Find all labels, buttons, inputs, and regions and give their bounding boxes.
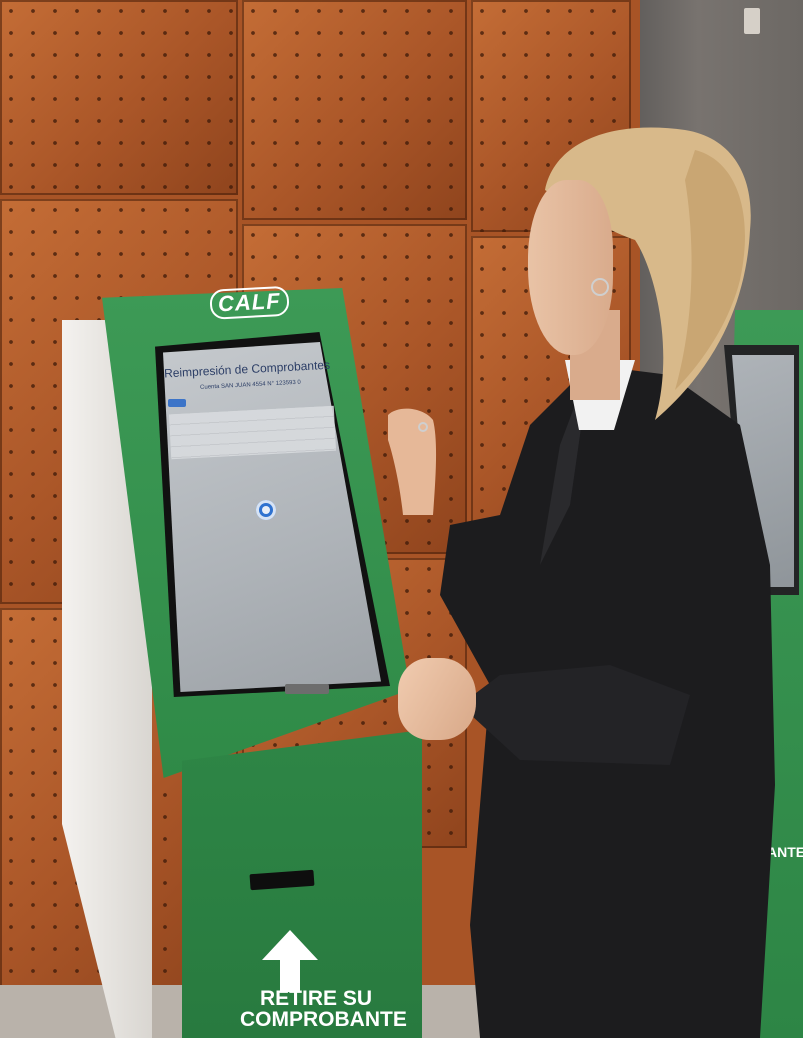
woman-lower-hand <box>398 658 476 740</box>
hoop-earring <box>591 278 609 296</box>
instruction-line1: RETIRE SU <box>260 987 373 1010</box>
loading-spinner-icon <box>256 500 276 520</box>
kiosk-instruction-label: RETIRE SU COMPROBANTE <box>240 988 420 1030</box>
kiosk-brand-logo: CALF <box>209 285 290 320</box>
screen-receipts-table[interactable] <box>168 405 337 460</box>
woman-black-blazer <box>440 365 775 1038</box>
brand-logo-text: CALF <box>209 285 290 320</box>
wall-panel <box>0 0 238 195</box>
photo-scene: SU OBANTE O CALF Reimpresión de Comproba… <box>0 0 803 1038</box>
screen-back-button[interactable] <box>168 399 186 407</box>
woman-face <box>528 180 613 355</box>
arrow-up-icon <box>262 930 318 992</box>
instruction-line2: COMPROBANTE <box>240 1008 407 1031</box>
wall-panel <box>242 0 467 220</box>
woman-raised-hand <box>388 408 437 515</box>
kiosk-reader-plate <box>285 684 329 694</box>
wall-switch <box>744 8 760 34</box>
